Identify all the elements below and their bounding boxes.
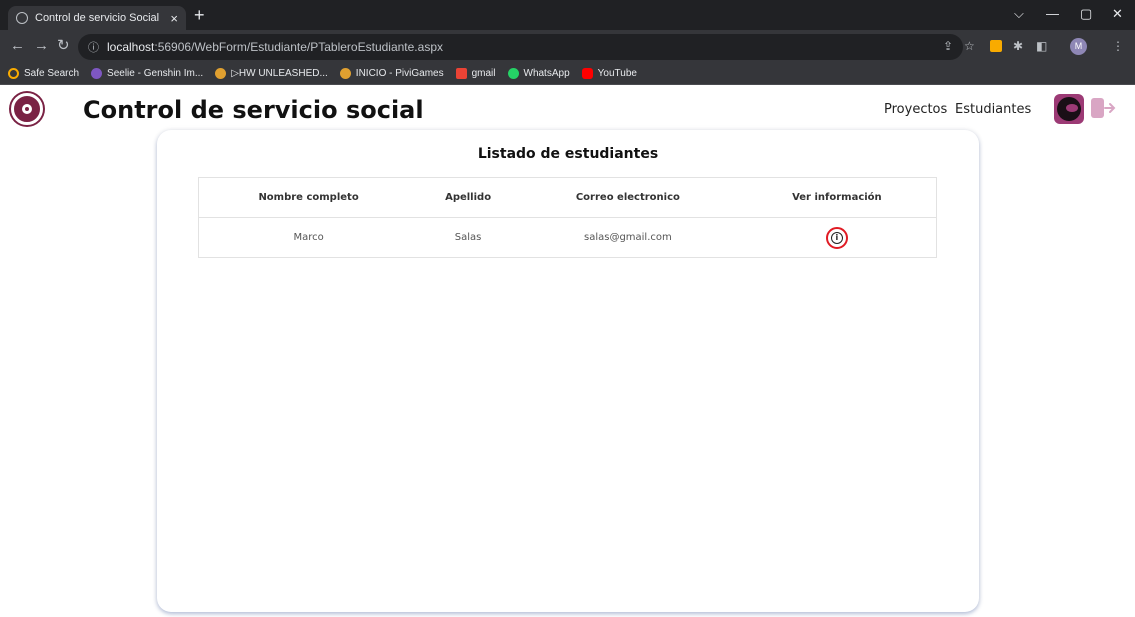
- bookmark-safe-search[interactable]: Safe Search: [8, 68, 79, 79]
- cell-nombre: Marco: [293, 232, 324, 243]
- site-info-icon[interactable]: ⓘ: [88, 39, 99, 55]
- tab-title: Control de servicio Social: [35, 12, 160, 24]
- bookmark-gmail[interactable]: gmail: [455, 68, 496, 79]
- restore-icon[interactable]: ▢: [1080, 6, 1092, 22]
- seelie-icon: [91, 68, 103, 79]
- close-window-icon[interactable]: ✕: [1112, 6, 1123, 22]
- new-tab-button[interactable]: +: [194, 5, 205, 25]
- bookmark-label: gmail: [471, 68, 496, 79]
- cell-apellido: Salas: [454, 232, 482, 243]
- card-title: Listado de estudiantes: [477, 146, 659, 162]
- back-icon[interactable]: ←: [10, 37, 25, 55]
- logout-icon[interactable]: [1090, 97, 1116, 119]
- gmail-icon: [455, 68, 467, 79]
- youtube-icon: [581, 68, 593, 79]
- bookmark-label: ▷HW UNLEASHED...: [231, 68, 328, 79]
- nav-proyectos[interactable]: Proyectos: [884, 102, 947, 117]
- bookmark-label: YouTube: [597, 68, 637, 79]
- page-title: Control de servicio social: [83, 96, 424, 124]
- url-host: localhost: [107, 40, 155, 54]
- bookmark-pivigames[interactable]: INICIO - PiviGames: [339, 68, 444, 79]
- forward-icon[interactable]: →: [34, 37, 49, 55]
- table-row: Marco Salas salas@gmail.com i: [199, 218, 937, 258]
- bookmark-seelie[interactable]: Seelie - Genshin Im...: [91, 68, 203, 79]
- browser-menu-icon[interactable]: ⋮: [1112, 39, 1124, 53]
- tab-close-icon[interactable]: ×: [170, 11, 178, 26]
- address-bar[interactable]: ⓘ localhost:56906/WebForm/Estudiante/PTa…: [78, 34, 963, 60]
- bookmark-star-icon[interactable]: ☆: [964, 39, 975, 53]
- bookmark-label: WhatsApp: [523, 68, 570, 79]
- share-icon[interactable]: ⇪: [943, 39, 953, 53]
- university-logo[interactable]: [11, 93, 43, 125]
- column-header: Correo electronico: [518, 177, 738, 218]
- students-table: Nombre completo Apellido Correo electron…: [198, 177, 937, 258]
- browser-tab-bar: Control de servicio Social × + ⌵ — ▢ ✕: [0, 0, 1135, 30]
- bookmark-label: INICIO - PiviGames: [355, 68, 444, 79]
- browser-tab[interactable]: Control de servicio Social ×: [8, 6, 186, 30]
- table-header-row: Nombre completo Apellido Correo electron…: [198, 177, 937, 218]
- user-face: [1066, 104, 1078, 112]
- safe-search-icon: [8, 68, 19, 79]
- column-header: Nombre completo: [198, 177, 419, 218]
- globe-icon: [16, 12, 28, 24]
- whatsapp-icon: [507, 68, 519, 79]
- bookmark-whatsapp[interactable]: WhatsApp: [507, 68, 570, 79]
- user-icon: [1057, 97, 1081, 121]
- column-header: Ver información: [737, 177, 937, 218]
- cell-correo: salas@gmail.com: [583, 232, 672, 243]
- minimize-icon[interactable]: —: [1046, 6, 1059, 21]
- extension-icon[interactable]: [990, 40, 1002, 52]
- reload-icon[interactable]: ↻: [57, 37, 70, 55]
- bookmark-label: Seelie - Genshin Im...: [107, 68, 204, 79]
- page: Control de servicio social Proyectos Est…: [0, 85, 1135, 617]
- side-panel-icon[interactable]: ◧: [1036, 39, 1047, 53]
- extensions-puzzle-icon[interactable]: ✱: [1013, 39, 1023, 53]
- logo-gear-icon: [22, 104, 32, 114]
- column-header: Apellido: [418, 177, 519, 218]
- students-card: Listado de estudiantes Nombre completo A…: [157, 130, 979, 612]
- cell-ver-informacion: i: [738, 218, 937, 258]
- bookmark-youtube[interactable]: YouTube: [581, 68, 637, 79]
- info-icon: i: [830, 231, 843, 244]
- view-info-button[interactable]: i: [825, 226, 848, 249]
- browser-toolbar: ← → ↻ ⓘ localhost:56906/WebForm/Estudian…: [0, 30, 1135, 63]
- pivigames-icon: [215, 68, 227, 79]
- profile-avatar[interactable]: M: [1070, 38, 1087, 55]
- pivigames-icon: [339, 68, 351, 79]
- tab-search-icon[interactable]: ⌵: [1014, 6, 1024, 22]
- bookmarks-bar: Safe Search Seelie - Genshin Im... ▷HW U…: [0, 63, 1135, 85]
- bookmark-label: Safe Search: [24, 68, 80, 79]
- user-profile-button[interactable]: [1054, 94, 1084, 124]
- url-path: :56906/WebForm/Estudiante/PTableroEstudi…: [154, 40, 443, 54]
- bookmark-hw-unleashed[interactable]: ▷HW UNLEASHED...: [215, 68, 328, 79]
- nav-estudiantes[interactable]: Estudiantes: [955, 102, 1031, 117]
